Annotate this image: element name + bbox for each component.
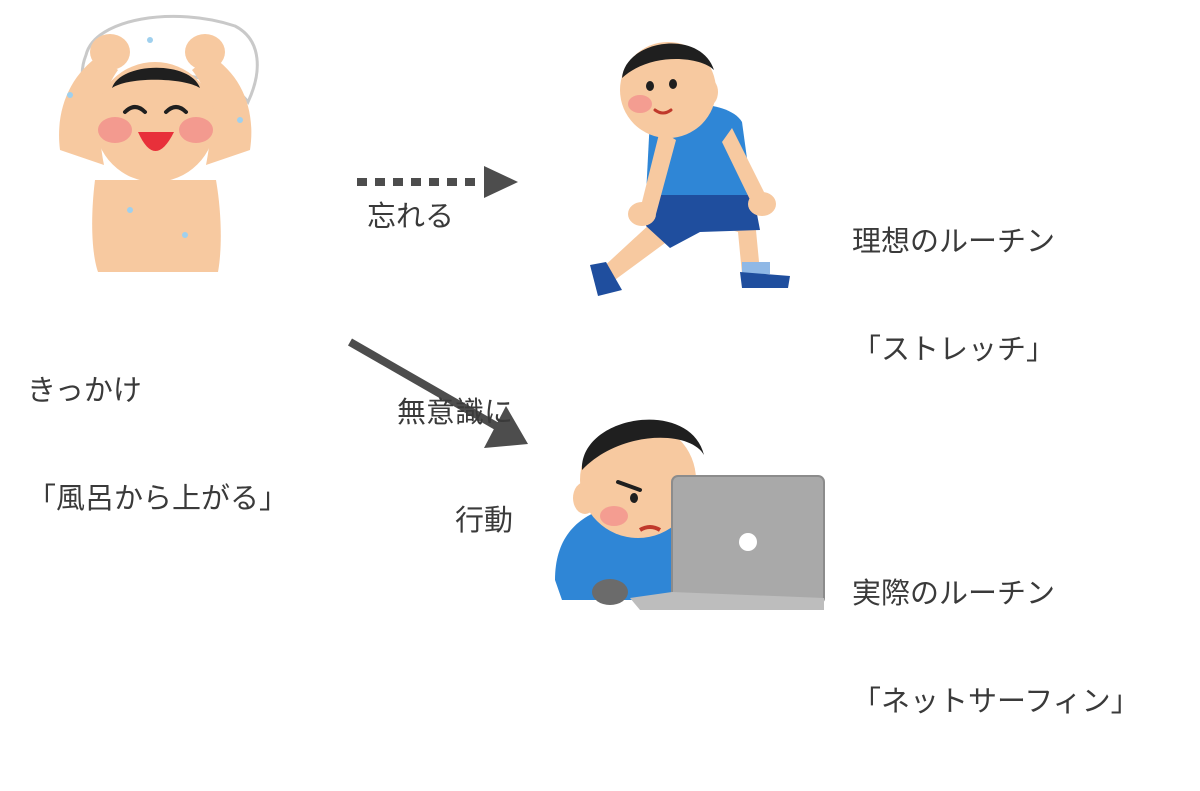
trigger-line-2: 「風呂から上がる」 <box>27 481 289 515</box>
arrow-unconscious-label: 無意識に 行動 <box>397 322 513 610</box>
stretching-boy-illustration <box>590 42 790 296</box>
arrow-unconscious-line-2: 行動 <box>455 503 514 537</box>
actual-routine-line-1: 実際のルーチン <box>852 576 1056 610</box>
arrow-unconscious-line-1: 無意識に <box>397 395 514 429</box>
ideal-routine-line-1: 理想のルーチン <box>852 224 1056 258</box>
arrow-forget-label: 忘れる <box>367 126 454 306</box>
actual-routine-label: 実際のルーチン 「ネットサーフィン」 <box>852 503 1140 791</box>
arrow-forget-text: 忘れる <box>367 199 455 233</box>
trigger-line-1: きっかけ <box>27 373 142 407</box>
towel-boy-illustration <box>59 14 259 272</box>
laptop-boy-illustration <box>555 419 825 610</box>
ideal-routine-label: 理想のルーチン 「ストレッチ」 <box>852 151 1055 439</box>
trigger-label: きっかけ 「風呂から上がる」 <box>27 300 288 588</box>
ideal-routine-line-2: 「ストレッチ」 <box>852 332 1056 366</box>
habit-diagram: きっかけ 「風呂から上がる」 忘れる 無意識に 行動 理想のルーチン 「ストレッ… <box>0 0 1200 718</box>
actual-routine-line-2: 「ネットサーフィン」 <box>852 684 1140 718</box>
